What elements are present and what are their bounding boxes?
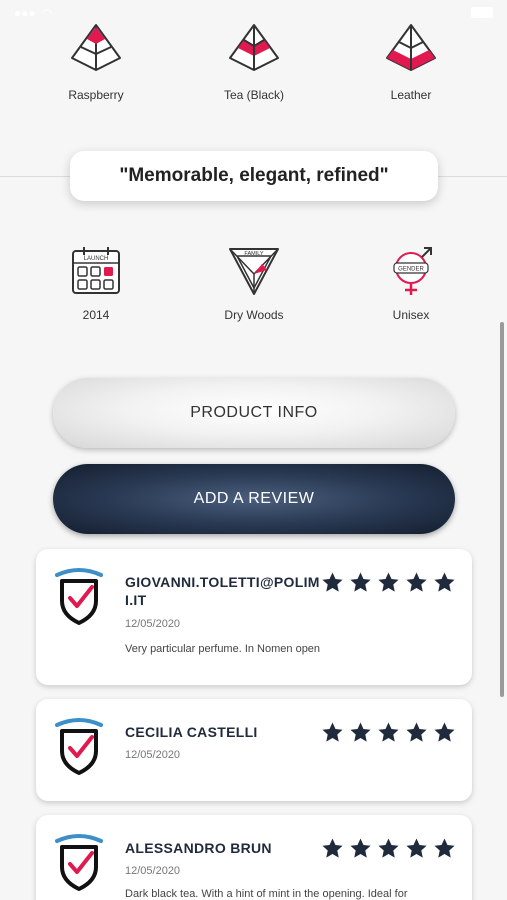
note-label: Raspberry <box>68 88 124 102</box>
star-icon <box>378 572 399 592</box>
review-text: Very particular perfume. In Nomen open <box>125 643 321 655</box>
attr-family: FAMILY Dry Woods <box>189 244 319 322</box>
launch-calendar-icon: LAUNCH <box>72 247 120 294</box>
reviewer-name: ALESSANDRO BRUN <box>125 840 272 856</box>
star-icon <box>322 722 343 742</box>
star-icon <box>434 838 455 858</box>
family-icon-text: FAMILY <box>244 251 263 257</box>
reviewer-name: GIOVANNI.TOLETTI@POLIMI.IT <box>125 574 320 608</box>
note-label: Leather <box>390 88 432 102</box>
family-icon: FAMILY <box>229 248 279 295</box>
attr-label: Dry Woods <box>224 308 284 322</box>
note-label: Tea (Black) <box>223 88 285 102</box>
star-icon <box>378 722 399 742</box>
pyramid-base-icon <box>386 24 436 71</box>
carrier-info: ●●● ◠ <box>14 6 52 20</box>
reviewer-name: CECILIA CASTELLI <box>125 724 258 740</box>
pyramid-top-icon <box>71 24 121 71</box>
rating-stars <box>321 837 456 860</box>
note-heart[interactable]: Tea (Black) <box>189 22 319 102</box>
star-icon <box>350 572 371 592</box>
attr-gender: GENDER Unisex <box>346 244 476 322</box>
launch-icon-text: LAUNCH <box>84 256 109 262</box>
scrollbar[interactable] <box>500 322 504 697</box>
product-info-button[interactable]: PRODUCT INFO <box>53 378 455 448</box>
star-icon <box>406 722 427 742</box>
tagline: "Memorable, elegant, refined" <box>70 151 438 201</box>
review-card: GIOVANNI.TOLETTI@POLIMI.IT 12/05/2020 Ve… <box>36 549 472 685</box>
attr-label: Unisex <box>392 308 430 322</box>
verified-shield-icon <box>55 834 103 891</box>
star-icon <box>378 838 399 858</box>
note-top[interactable]: Raspberry <box>31 22 161 102</box>
star-icon <box>350 722 371 742</box>
battery-icon <box>471 7 493 18</box>
star-icon <box>406 838 427 858</box>
add-review-button[interactable]: ADD A REVIEW <box>53 464 455 534</box>
rating-stars <box>321 721 456 744</box>
signal-icon: ●●● <box>14 6 36 20</box>
pyramid-heart-icon <box>229 24 279 71</box>
verified-shield-icon <box>55 718 103 775</box>
attributes-row: LAUNCH 2014 FAMILY Dry Woods GENDER Unis… <box>0 244 507 339</box>
review-date: 12/05/2020 <box>125 618 181 630</box>
star-icon <box>322 572 343 592</box>
attr-launch: LAUNCH 2014 <box>31 244 161 322</box>
rating-stars <box>321 571 456 594</box>
star-icon <box>434 722 455 742</box>
review-date: 12/05/2020 <box>125 865 181 877</box>
verified-shield-icon <box>55 568 103 625</box>
note-base[interactable]: Leather <box>346 22 476 102</box>
notes-row: Raspberry Tea (Black) Leather <box>0 22 507 117</box>
star-icon <box>406 572 427 592</box>
review-text: Dark black tea. With a hint of mint in t… <box>125 888 408 900</box>
star-icon <box>434 572 455 592</box>
review-date: 12/05/2020 <box>125 749 181 761</box>
gender-icon: GENDER <box>393 247 432 295</box>
attr-label: 2014 <box>82 308 110 322</box>
star-icon <box>322 838 343 858</box>
star-icon <box>350 838 371 858</box>
review-card: CECILIA CASTELLI 12/05/2020 <box>36 699 472 801</box>
gender-icon-text: GENDER <box>398 267 424 273</box>
review-card: ALESSANDRO BRUN 12/05/2020 Dark black te… <box>36 815 472 900</box>
wifi-icon: ◠ <box>41 6 53 20</box>
